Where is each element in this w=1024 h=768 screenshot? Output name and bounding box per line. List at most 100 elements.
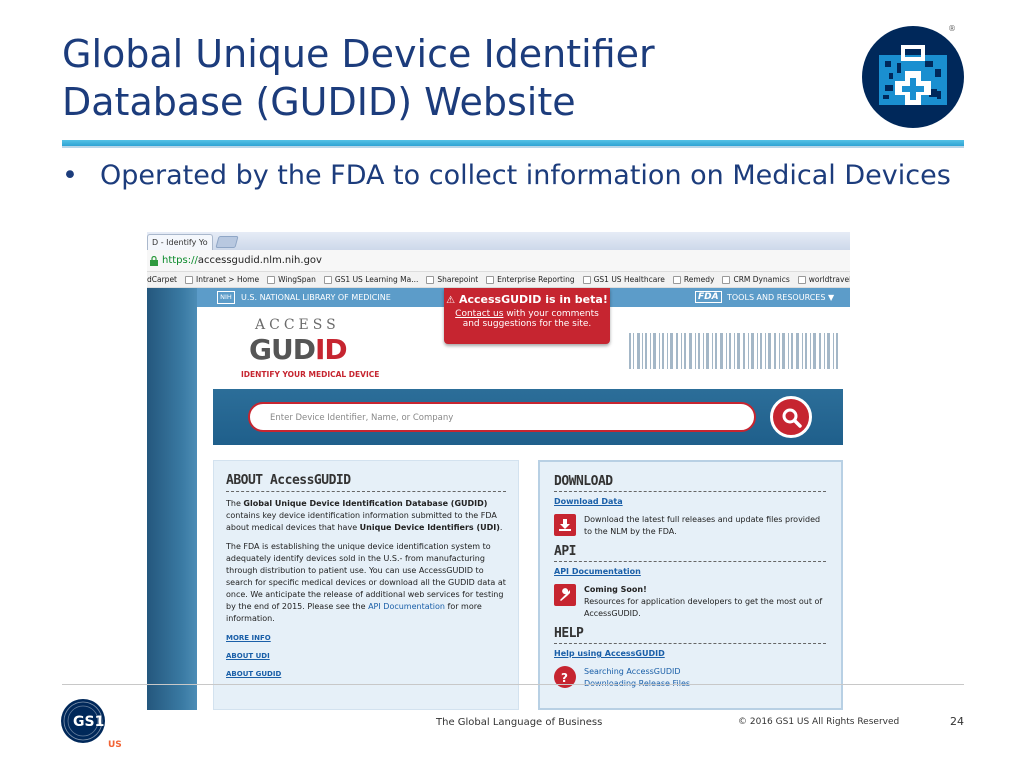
bookmark-item[interactable]: WingSpan	[267, 275, 316, 284]
text-run-bold: Global Unique Device Identification Data…	[243, 499, 488, 508]
search-icon	[782, 408, 802, 428]
bookmark-label: Enterprise Reporting	[497, 275, 575, 284]
coming-soon-label: Coming Soon!	[584, 585, 647, 594]
page-icon	[323, 275, 332, 284]
bookmark-label: dCarpet	[147, 275, 177, 284]
search-band: Enter Device Identifier, Name, or Compan…	[213, 389, 843, 445]
download-heading: DOWNLOAD	[554, 475, 826, 492]
gs1-us-label: US	[108, 740, 122, 750]
gs1-logo-text: GS1	[73, 714, 104, 730]
more-info-link[interactable]: MORE INFO	[226, 632, 506, 644]
bookmark-label: GS1 US Learning Ma...	[334, 275, 419, 284]
registered-mark: ®	[948, 24, 956, 33]
about-heading: ABOUT AccessGUDID	[226, 474, 506, 492]
text-run: The FDA is establishing the unique devic…	[226, 542, 506, 611]
contact-us-link[interactable]: Contact us	[455, 309, 503, 319]
bookmark-label: Remedy	[683, 275, 715, 284]
about-gudid-link[interactable]: ABOUT GUDID	[226, 668, 506, 680]
beta-title-row: ⚠ AccessGUDID is in beta!	[444, 293, 610, 306]
logo-access-text: ACCESS	[255, 317, 340, 333]
help-item: ? Searching AccessGUDID Downloading Rele…	[554, 666, 827, 690]
bookmark-label: worldtravelin	[808, 275, 850, 284]
page-icon	[582, 275, 591, 284]
browser-tab[interactable]: D - Identify Yo	[147, 234, 213, 250]
sharepoint-icon	[426, 275, 435, 284]
browser-tab-bar: D - Identify Yo	[147, 232, 850, 250]
site-tagline: IDENTIFY YOUR MEDICAL DEVICE	[241, 370, 380, 379]
api-documentation-link-2[interactable]: API Documentation	[554, 566, 827, 578]
beta-line-1: Contact us with your comments	[444, 309, 610, 319]
bookmark-item[interactable]: Enterprise Reporting	[486, 275, 575, 284]
page-icon	[672, 275, 681, 284]
bookmark-item[interactable]: Sharepoint	[426, 275, 478, 284]
wrench-icon	[554, 584, 576, 606]
beta-line-2: and suggestions for the site.	[462, 319, 592, 329]
footer-tagline: The Global Language of Business	[436, 717, 603, 728]
logo-id-part: ID	[314, 333, 348, 366]
bookmarks-bar: dCarpet Intranet > Home WingSpan GS1 US …	[147, 272, 850, 288]
text-run-bold: Unique Device Identifiers (UDI)	[359, 523, 500, 532]
help-link[interactable]: Help using AccessGUDID	[554, 648, 827, 660]
api-item: Coming Soon! Resources for application de…	[554, 584, 827, 620]
about-udi-link[interactable]: ABOUT UDI	[226, 650, 506, 662]
nih-logo[interactable]: NIH	[217, 291, 235, 304]
nlm-link[interactable]: U.S. NATIONAL LIBRARY OF MEDICINE	[241, 293, 391, 302]
help-heading: HELP	[554, 627, 826, 644]
warning-icon: ⚠	[446, 295, 456, 306]
about-panel: ABOUT AccessGUDID The Global Unique Devi…	[213, 460, 519, 710]
beta-line-1-text: with your comments	[503, 309, 599, 319]
beta-title: AccessGUDID is in beta!	[458, 293, 608, 306]
bookmark-label: Intranet > Home	[196, 275, 260, 284]
beta-notice: ⚠ AccessGUDID is in beta! Contact us wit…	[444, 288, 610, 344]
qr-medical-cross-icon	[879, 45, 947, 105]
page-icon	[486, 275, 495, 284]
download-panel: DOWNLOAD Download Data Download the late…	[538, 460, 843, 710]
text-run: .	[499, 523, 503, 532]
page-icon	[267, 275, 276, 284]
logo-gud-part: GUD	[249, 333, 316, 366]
bullet-dot: •	[62, 160, 78, 191]
text-run: The	[226, 499, 244, 508]
about-paragraph-2: The FDA is establishing the unique devic…	[226, 541, 506, 625]
svg-text:?: ?	[561, 671, 568, 684]
fda-logo[interactable]: FDA	[695, 291, 722, 303]
address-bar[interactable]: https://accessgudid.nlm.nih.gov	[147, 250, 850, 272]
gs1-logo: GS1	[61, 699, 105, 743]
barcode-graphic	[629, 333, 838, 369]
search-button[interactable]	[770, 396, 812, 438]
bookmark-item[interactable]: Intranet > Home	[185, 275, 259, 284]
bookmark-item[interactable]: dCarpet	[147, 275, 177, 284]
bookmark-item[interactable]: GS1 US Healthcare	[582, 275, 665, 284]
bookmark-item[interactable]: worldtravelin	[797, 275, 850, 284]
page-icon	[185, 275, 193, 284]
api-description: Coming Soon! Resources for application de…	[584, 584, 827, 620]
footer-rule	[62, 684, 964, 685]
bookmark-label: CRM Dynamics	[733, 275, 790, 284]
browser-screenshot: D - Identify Yo https://accessgudid.nlm.…	[147, 232, 850, 710]
bookmark-item[interactable]: GS1 US Learning Ma...	[323, 275, 419, 284]
tools-resources-menu[interactable]: TOOLS AND RESOURCES ▼	[727, 293, 834, 302]
logo-gudid-text[interactable]: GUDID	[249, 333, 348, 366]
bookmark-label: GS1 US Healthcare	[593, 275, 665, 284]
title-rule	[62, 140, 964, 148]
download-data-link[interactable]: Download Data	[554, 496, 827, 508]
api-text: Resources for application developers to …	[584, 597, 823, 618]
web-page: NIH U.S. NATIONAL LIBRARY OF MEDICINE FD…	[147, 288, 850, 710]
download-icon[interactable]	[554, 514, 576, 536]
footer-copyright: © 2016 GS1 US All Rights Reserved	[738, 717, 900, 727]
bookmark-item[interactable]: CRM Dynamics	[722, 275, 790, 284]
slide-title: Global Unique Device Identifier Database…	[62, 32, 655, 124]
url-host: accessgudid.nlm.nih.gov	[197, 255, 322, 266]
api-documentation-link[interactable]: API Documentation	[368, 602, 445, 611]
bookmark-item[interactable]: Remedy	[672, 275, 715, 284]
help-links: Searching AccessGUDID Downloading Releas…	[584, 666, 690, 690]
bookmark-label: WingSpan	[278, 275, 316, 284]
about-paragraph-1: The Global Unique Device Identification …	[226, 498, 506, 534]
udi-badge-logo: ®	[862, 24, 964, 128]
page-number: 24	[950, 715, 964, 728]
search-input[interactable]: Enter Device Identifier, Name, or Compan…	[248, 402, 756, 432]
lock-icon	[150, 255, 158, 266]
globe-icon	[797, 275, 806, 284]
searching-help-link[interactable]: Searching AccessGUDID	[584, 667, 681, 676]
new-tab-button[interactable]	[215, 236, 239, 248]
